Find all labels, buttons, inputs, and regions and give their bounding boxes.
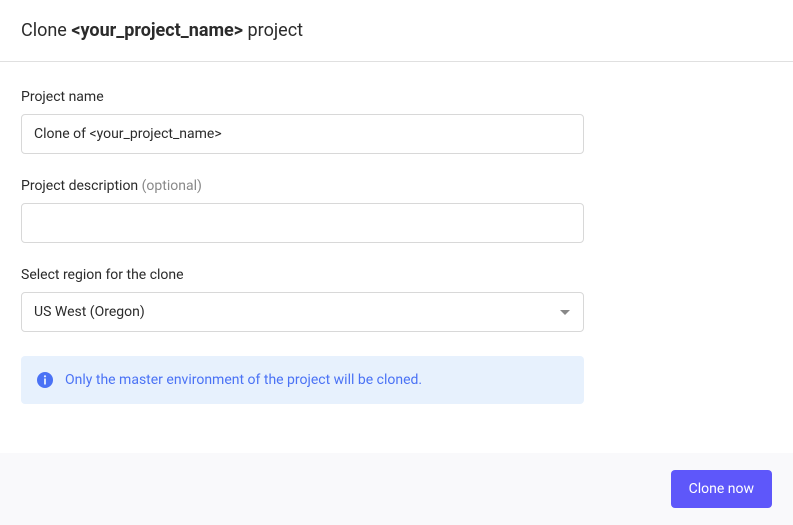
region-select[interactable]: US West (Oregon) xyxy=(21,292,584,332)
page-title: Clone <your_project_name> project xyxy=(21,20,772,41)
project-description-optional: (optional) xyxy=(142,178,202,194)
project-name-label: Project name xyxy=(21,89,584,105)
project-description-input[interactable] xyxy=(21,203,584,243)
info-message: Only the master environment of the proje… xyxy=(65,372,422,388)
title-prefix: Clone xyxy=(21,20,71,41)
region-select-wrapper: US West (Oregon) xyxy=(21,292,584,332)
info-banner: Only the master environment of the proje… xyxy=(21,356,584,404)
region-label: Select region for the clone xyxy=(21,267,584,283)
project-description-label-text: Project description xyxy=(21,178,142,194)
clone-now-button[interactable]: Clone now xyxy=(671,470,772,508)
dialog-header: Clone <your_project_name> project xyxy=(0,0,793,62)
title-project-name: <your_project_name> xyxy=(71,20,243,41)
project-name-input[interactable] xyxy=(21,114,584,154)
dialog-footer: Clone now xyxy=(0,453,793,525)
form-container: Project name Project description (option… xyxy=(0,62,793,404)
title-suffix: project xyxy=(243,20,303,41)
project-description-label: Project description (optional) xyxy=(21,178,584,194)
project-name-field-group: Project name xyxy=(21,89,584,154)
project-description-field-group: Project description (optional) xyxy=(21,178,584,243)
region-field-group: Select region for the clone US West (Ore… xyxy=(21,267,584,332)
info-icon xyxy=(37,372,53,388)
